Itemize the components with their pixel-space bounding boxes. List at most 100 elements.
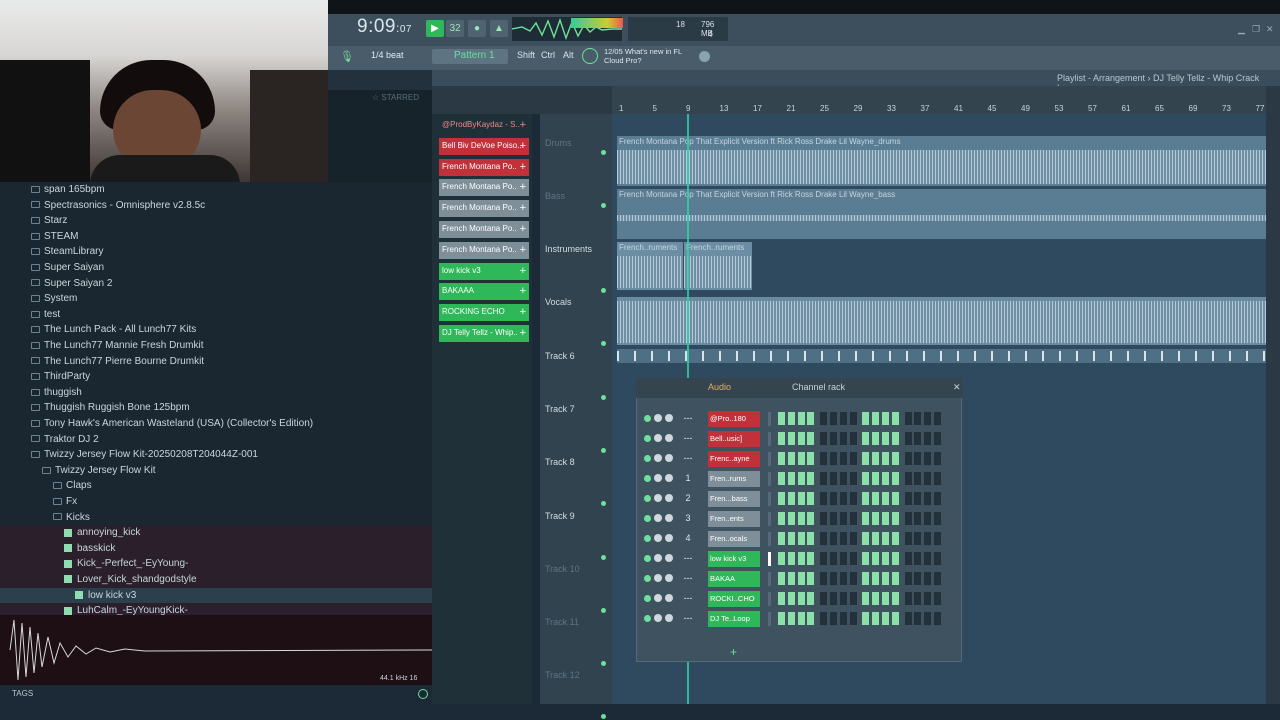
step-button[interactable] — [904, 592, 912, 605]
browser-item[interactable]: basskick — [0, 540, 432, 557]
track-name[interactable]: Track 10 — [545, 564, 580, 574]
step-button[interactable] — [934, 432, 941, 445]
step-button[interactable] — [934, 412, 941, 425]
channel-select-led[interactable] — [768, 592, 771, 606]
browser-item-selected[interactable]: low kick v3 — [0, 587, 432, 604]
step-button[interactable] — [849, 552, 857, 565]
step-button[interactable] — [924, 492, 932, 505]
microphone-icon[interactable]: 🎙 — [340, 50, 354, 64]
step-button[interactable] — [924, 572, 932, 585]
step-button[interactable] — [872, 572, 880, 585]
step-button[interactable] — [891, 452, 899, 465]
step-button[interactable] — [807, 492, 815, 505]
step-button[interactable] — [862, 432, 870, 445]
browser-item[interactable]: Thuggish Ruggish Bone 125bpm — [0, 400, 432, 416]
channel-mixer-track[interactable]: 3 — [678, 511, 698, 526]
pattern-add-icon[interactable]: + — [520, 285, 526, 297]
step-button[interactable] — [797, 432, 805, 445]
step-button[interactable] — [830, 452, 837, 465]
step-button[interactable] — [787, 432, 795, 445]
step-button[interactable] — [849, 432, 857, 445]
step-button[interactable] — [820, 592, 828, 605]
track-active-led[interactable] — [601, 554, 606, 560]
step-button[interactable] — [849, 612, 857, 625]
step-button[interactable] — [797, 412, 805, 425]
step-button[interactable] — [839, 472, 847, 485]
track-active-led[interactable] — [601, 203, 606, 208]
step-button[interactable] — [787, 572, 795, 585]
step-button[interactable] — [820, 532, 828, 545]
step-button[interactable] — [914, 472, 922, 485]
step-button[interactable] — [839, 592, 847, 605]
pattern-selector[interactable]: Pattern 1 — [432, 49, 508, 64]
step-button[interactable] — [862, 592, 870, 605]
metronome-icon[interactable]: ▲ — [490, 20, 508, 37]
step-button[interactable] — [934, 572, 941, 585]
browser-item[interactable]: Lover_Kick_shandgodstyle — [0, 572, 432, 588]
step-button[interactable] — [787, 452, 795, 465]
step-button[interactable] — [820, 512, 828, 525]
channel-volume-knob[interactable] — [665, 574, 673, 582]
step-button[interactable] — [862, 552, 870, 565]
step-button[interactable] — [872, 612, 880, 625]
step-button[interactable] — [904, 572, 912, 585]
step-button[interactable] — [778, 552, 785, 565]
step-button[interactable] — [787, 512, 795, 525]
channel-row[interactable]: 1 Fren..rums — [640, 469, 960, 489]
channel-volume-knob[interactable] — [665, 594, 673, 602]
step-button[interactable] — [872, 592, 880, 605]
playlist-ruler[interactable] — [612, 86, 1268, 114]
browser-item[interactable]: test — [0, 307, 432, 323]
step-button[interactable] — [820, 612, 828, 625]
channel-row[interactable]: --- Frenc..ayne — [640, 449, 960, 469]
step-button[interactable] — [882, 532, 889, 545]
play-button[interactable]: ▶ — [426, 20, 444, 37]
browser-item[interactable]: Claps — [0, 478, 432, 494]
step-button[interactable] — [787, 412, 795, 425]
step-button[interactable] — [934, 472, 941, 485]
channel-mute-led[interactable] — [644, 575, 651, 582]
step-button[interactable] — [787, 492, 795, 505]
pattern-add-icon[interactable]: + — [520, 244, 526, 256]
song-time[interactable]: 9:09:07 — [357, 16, 412, 38]
channel-pan-knob[interactable] — [654, 514, 662, 522]
browser-item[interactable]: Twizzy Jersey Flow Kit-20250208T204044Z-… — [0, 447, 432, 463]
step-button[interactable] — [839, 572, 847, 585]
channel-mixer-track[interactable]: --- — [678, 431, 698, 446]
step-button[interactable] — [830, 512, 837, 525]
channel-pan-knob[interactable] — [654, 534, 662, 542]
step-button[interactable] — [820, 492, 828, 505]
step-button[interactable] — [934, 532, 941, 545]
step-button[interactable] — [914, 452, 922, 465]
step-button[interactable] — [830, 592, 837, 605]
step-button[interactable] — [872, 512, 880, 525]
channel-pan-knob[interactable] — [654, 414, 662, 422]
search-icon[interactable] — [418, 689, 428, 699]
step-button[interactable] — [914, 572, 922, 585]
step-button[interactable] — [778, 492, 785, 505]
step-button[interactable] — [830, 532, 837, 545]
step-button[interactable] — [904, 532, 912, 545]
channel-mixer-track[interactable]: 1 — [678, 471, 698, 486]
step-button[interactable] — [891, 612, 899, 625]
track-active-led[interactable] — [601, 607, 606, 613]
step-button[interactable] — [882, 412, 889, 425]
channel-select-led[interactable] — [768, 452, 771, 466]
channel-pan-knob[interactable] — [654, 614, 662, 622]
pattern-button[interactable]: low kick v3 + — [439, 262, 529, 280]
step-button[interactable] — [904, 412, 912, 425]
channel-row[interactable]: 2 Fren...bass — [640, 489, 960, 509]
browser-item[interactable]: STEAM — [0, 229, 432, 245]
step-button[interactable] — [904, 452, 912, 465]
step-button[interactable] — [849, 512, 857, 525]
channel-select-led[interactable] — [768, 572, 771, 586]
step-button[interactable] — [882, 592, 889, 605]
step-button[interactable] — [797, 612, 805, 625]
step-button[interactable] — [820, 572, 828, 585]
snap-selector[interactable]: 1/4 beat — [371, 50, 404, 60]
step-button[interactable] — [807, 612, 815, 625]
step-button[interactable] — [862, 472, 870, 485]
step-button[interactable] — [807, 592, 815, 605]
step-button[interactable] — [914, 492, 922, 505]
pattern-button[interactable]: Bell Biv DeVoe Poiso.. + — [439, 137, 529, 155]
